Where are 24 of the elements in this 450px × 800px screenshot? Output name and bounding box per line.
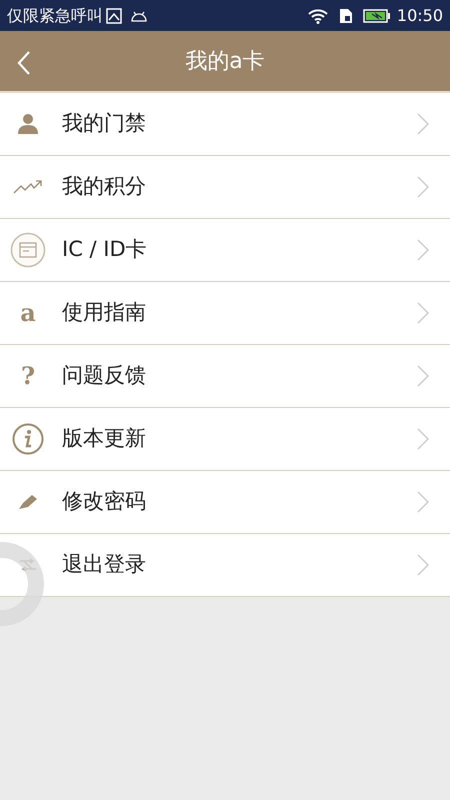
back-icon[interactable] [17, 50, 31, 76]
page-title: 我的a卡 [185, 48, 265, 76]
chevron-icon [416, 364, 430, 388]
glyph-icon: a [20, 301, 36, 325]
person-icon [17, 113, 39, 135]
trend-icon [13, 180, 43, 194]
wifi-icon [306, 8, 329, 24]
sim-icon [338, 8, 353, 24]
chevron-icon [416, 112, 430, 136]
android-icon [130, 10, 148, 22]
chevron-icon [416, 175, 430, 199]
card-icon [10, 232, 46, 268]
image-icon [106, 8, 122, 24]
clock-text: 10:50 [396, 4, 443, 26]
chevron-icon [416, 427, 430, 451]
glyph-icon: ? [20, 364, 36, 388]
chevron-icon [416, 553, 430, 577]
chevron-icon [416, 301, 430, 325]
chevron-icon [416, 238, 430, 262]
pen-icon [17, 493, 39, 511]
chevron-icon [416, 490, 430, 514]
info-icon [12, 423, 44, 455]
battery-icon [362, 8, 391, 24]
status-text: 仅限紧急呼叫 [7, 4, 103, 26]
